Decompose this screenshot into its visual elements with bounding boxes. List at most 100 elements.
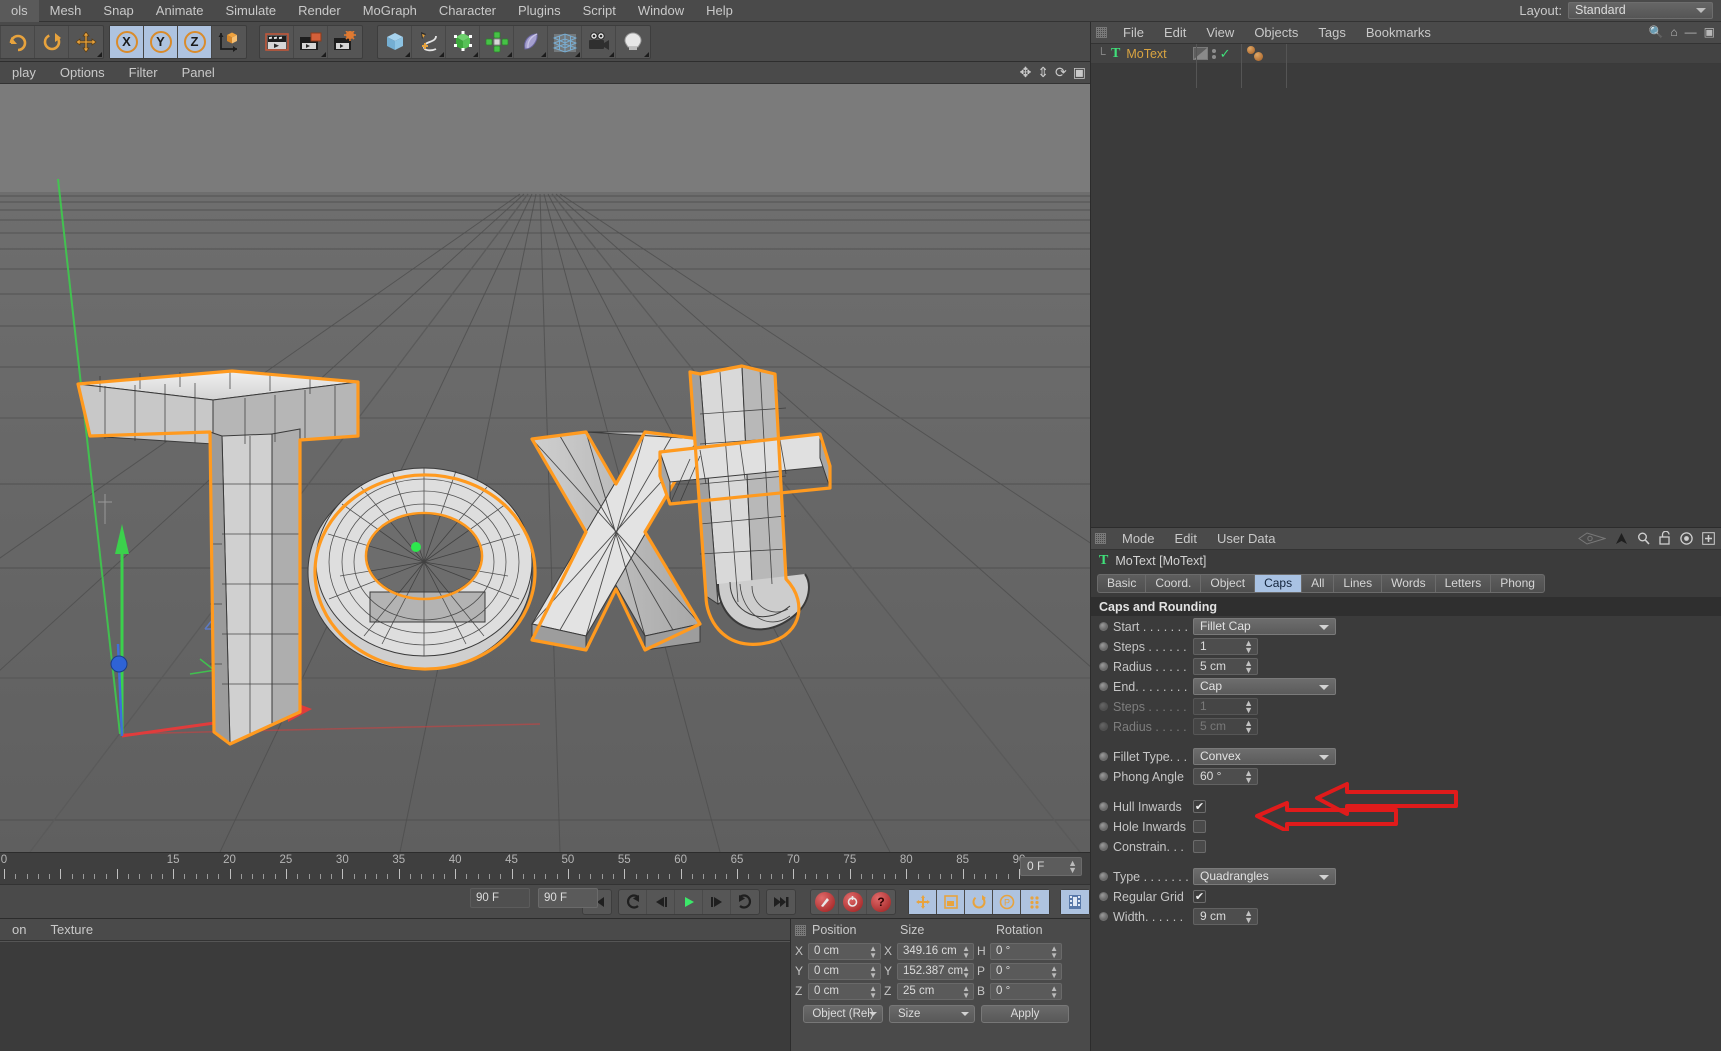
menu-item-tools[interactable]: ols	[0, 0, 39, 22]
render-region-button[interactable]	[294, 25, 328, 58]
property-bullet-icon[interactable]	[1099, 892, 1108, 901]
spinner-icon[interactable]: ▲ ▼	[1244, 639, 1253, 655]
back-arrow-icon[interactable]	[1615, 532, 1628, 545]
mograph-button[interactable]	[480, 25, 514, 58]
spinner-icon[interactable]: ▲ ▼	[869, 964, 877, 979]
spinner-icon[interactable]: ▲ ▼	[869, 984, 877, 999]
material-manager-body[interactable]	[0, 941, 790, 1051]
go-to-end-button[interactable]	[767, 890, 795, 914]
object-menu-tags[interactable]: Tags	[1308, 22, 1355, 44]
undo-button[interactable]	[1, 25, 35, 58]
menu-item-mograph[interactable]: MoGraph	[352, 0, 428, 22]
menu-item-snap[interactable]: Snap	[92, 0, 144, 22]
attribute-menu-user-data[interactable]: User Data	[1207, 528, 1286, 550]
tab-caps[interactable]: Caps	[1254, 573, 1302, 593]
parameter-key-button[interactable]: P	[993, 889, 1021, 914]
step-back-button[interactable]	[647, 889, 675, 914]
spinner-icon[interactable]: ▲ ▼	[1244, 769, 1253, 785]
spinner-icon[interactable]: ▲ ▼	[1050, 964, 1058, 979]
scale-key-button[interactable]	[937, 889, 965, 914]
keyframe-selection-button[interactable]: ?	[867, 890, 895, 914]
menu-item-animate[interactable]: Animate	[145, 0, 215, 22]
redo-button[interactable]	[35, 25, 69, 58]
generator-button[interactable]	[446, 25, 480, 58]
spinner-icon[interactable]: ▲ ▼	[1244, 719, 1253, 735]
timeline-ruler[interactable]: 0 15 20 25 30 35 40 45 50 55 60 65 70 75 80 85 90	[0, 853, 1025, 885]
position-z-field[interactable]: 0 cm ▲ ▼	[808, 982, 881, 1000]
tab-coord[interactable]: Coord.	[1145, 573, 1201, 593]
property-dropdown-start[interactable]: Fillet Cap	[1193, 618, 1336, 635]
tab-object[interactable]: Object	[1200, 573, 1255, 593]
eye-icon[interactable]	[1578, 531, 1606, 545]
property-field-phongangle[interactable]: 60 ° ▲ ▼	[1193, 768, 1258, 785]
preview-end-frame-field[interactable]: 90 F	[470, 888, 530, 908]
position-y-field[interactable]: 0 cm ▲ ▼	[808, 962, 881, 980]
spinner-icon[interactable]: ▲ ▼	[1244, 659, 1253, 675]
tab-all[interactable]: All	[1301, 573, 1334, 593]
spinner-icon[interactable]: ▲ ▼	[962, 984, 970, 999]
pan-icon[interactable]: ✥	[1020, 64, 1032, 81]
timeline-button[interactable]	[1061, 889, 1089, 914]
property-bullet-icon[interactable]	[1099, 802, 1108, 811]
play-button[interactable]	[675, 889, 703, 914]
minimize-icon[interactable]: —	[1685, 25, 1697, 39]
property-checkbox-hullinwards[interactable]: ✔	[1193, 800, 1206, 813]
property-bullet-icon[interactable]	[1099, 772, 1108, 781]
property-checkbox-regulargrid[interactable]: ✔	[1193, 890, 1206, 903]
property-field-steps[interactable]: 1 ▲ ▼	[1193, 638, 1258, 655]
object-menu-bookmarks[interactable]: Bookmarks	[1356, 22, 1441, 44]
current-frame-field[interactable]: 0 F ▲ ▼	[1020, 857, 1082, 876]
spinner-icon[interactable]: ▲ ▼	[1050, 944, 1058, 959]
record-icon[interactable]	[1680, 531, 1693, 545]
cube-primitive-button[interactable]	[378, 25, 412, 58]
tab-basic[interactable]: Basic	[1097, 573, 1146, 593]
object-menu-edit[interactable]: Edit	[1154, 22, 1196, 44]
property-dropdown-fillettype[interactable]: Convex	[1193, 748, 1336, 765]
search-icon[interactable]	[1637, 532, 1650, 545]
attribute-menu-mode[interactable]: Mode	[1112, 528, 1165, 550]
spinner-icon[interactable]: ▲ ▼	[869, 944, 877, 959]
zoom-icon[interactable]: ⇕	[1037, 64, 1049, 81]
position-x-field[interactable]: 0 cm ▲ ▼	[808, 942, 881, 960]
property-bullet-icon[interactable]	[1099, 912, 1108, 921]
maximize-icon[interactable]: ▣	[1073, 64, 1086, 81]
document-end-frame-field[interactable]: 90 F	[538, 888, 598, 908]
coordinate-mode-dropdown[interactable]: Object (Rel)	[803, 1005, 883, 1023]
rotate-icon[interactable]: ⟳	[1055, 64, 1067, 81]
spinner-icon[interactable]: ▲ ▼	[962, 964, 970, 979]
tab-words[interactable]: Words	[1381, 573, 1435, 593]
menu-item-character[interactable]: Character	[428, 0, 507, 22]
property-checkbox-holeinwards[interactable]	[1193, 820, 1206, 833]
property-checkbox-constrain[interactable]	[1193, 840, 1206, 853]
property-bullet-icon[interactable]	[1099, 702, 1108, 711]
size-y-field[interactable]: 152.387 cm ▲ ▼	[897, 962, 974, 980]
tab-letters[interactable]: Letters	[1434, 573, 1491, 593]
viewport-menu-panel[interactable]: Panel	[170, 62, 227, 84]
property-field-radius[interactable]: 5 cm ▲ ▼	[1193, 658, 1258, 675]
tab-phong[interactable]: Phong	[1490, 573, 1545, 593]
home-icon[interactable]: ⌂	[1670, 25, 1677, 39]
render-settings-button[interactable]	[328, 26, 362, 58]
property-bullet-icon[interactable]	[1099, 722, 1108, 731]
autokeying-button[interactable]	[839, 889, 867, 914]
object-menu-file[interactable]: File	[1113, 22, 1154, 44]
mograph-tag-icon[interactable]	[1246, 45, 1269, 62]
spinner-icon[interactable]: ▲ ▼	[962, 944, 970, 959]
property-bullet-icon[interactable]	[1099, 872, 1108, 881]
lock-icon[interactable]	[1659, 531, 1671, 545]
rotation-h-field[interactable]: 0 ° ▲ ▼	[990, 942, 1062, 960]
axis-y-button[interactable]: Y	[144, 25, 178, 58]
menu-item-script[interactable]: Script	[572, 0, 627, 22]
spline-pen-button[interactable]	[412, 25, 446, 58]
world-object-axis-button[interactable]	[212, 26, 246, 58]
drag-grip-icon[interactable]	[795, 924, 806, 936]
property-field-width[interactable]: 9 cm ▲ ▼	[1193, 908, 1258, 925]
size-x-field[interactable]: 349.16 cm ▲ ▼	[897, 942, 974, 960]
search-icon[interactable]: 🔍	[1648, 25, 1663, 39]
deformer-button[interactable]	[514, 25, 548, 58]
record-active-objects-button[interactable]	[811, 889, 839, 914]
step-forward-button[interactable]	[703, 889, 731, 914]
rotation-key-button[interactable]	[965, 889, 993, 914]
menu-item-help[interactable]: Help	[695, 0, 744, 22]
timeline-ruler-bar[interactable]: 0 15 20 25 30 35 40 45 50 55 60 65 70 75 80 85 90 0 F ▲ ▼	[0, 852, 1090, 884]
